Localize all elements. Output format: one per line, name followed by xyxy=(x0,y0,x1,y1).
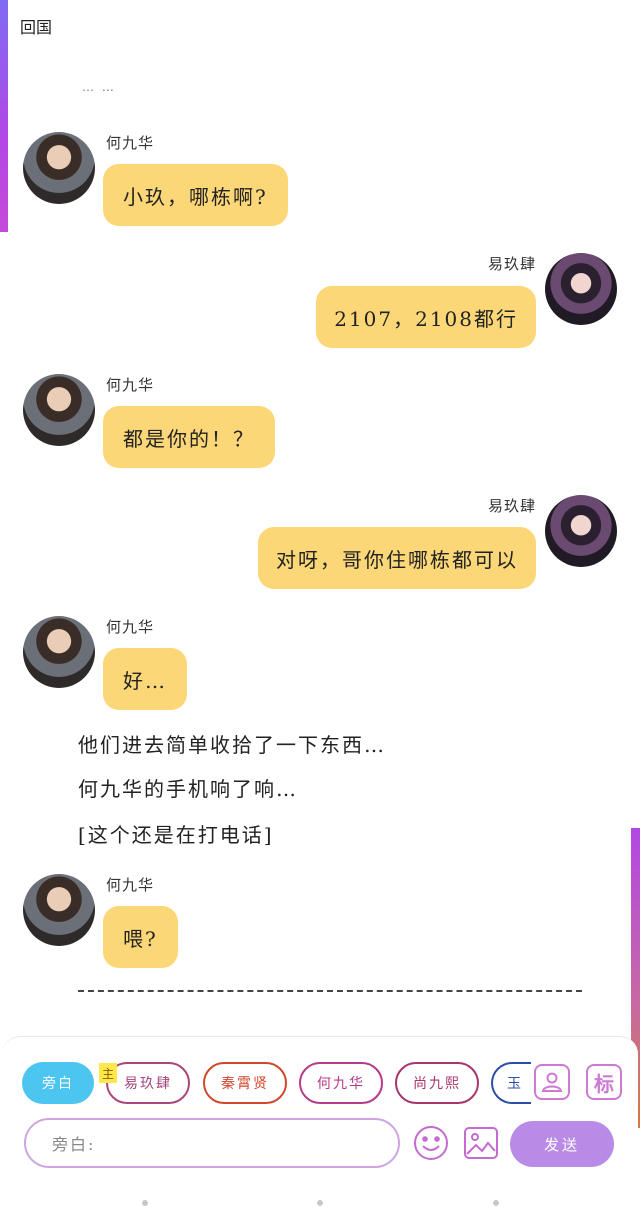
message-bubble[interactable]: 2107，2108都行 xyxy=(316,286,536,348)
role-chip-yi-jiusi[interactable]: 易玖肆 xyxy=(106,1062,190,1104)
send-button[interactable]: 发送 xyxy=(510,1121,614,1167)
message-bubble[interactable]: 喂? xyxy=(103,906,178,968)
yi-jiusi-avatar[interactable] xyxy=(545,495,617,567)
message-bubble[interactable]: 都是你的！？ xyxy=(103,406,275,468)
scene-divider xyxy=(78,990,582,992)
narration-line[interactable]: 何九华的手机响了响… xyxy=(78,773,298,802)
nav-dot xyxy=(142,1200,148,1206)
tag-icon[interactable]: 标 xyxy=(586,1064,622,1100)
message-bubble[interactable]: 小玖，哪栋啊? xyxy=(103,164,288,226)
narration-chip[interactable]: 旁白 xyxy=(22,1062,94,1104)
he-jiuhua-avatar[interactable] xyxy=(23,374,95,446)
yi-jiusi-avatar[interactable] xyxy=(545,253,617,325)
image-icon[interactable] xyxy=(462,1124,500,1162)
he-jiuhua-avatar[interactable] xyxy=(23,132,95,204)
speaker-name: 易玖肆 xyxy=(487,497,536,515)
speaker-name: 易玖肆 xyxy=(487,255,536,273)
he-jiuhua-avatar[interactable] xyxy=(23,874,95,946)
role-chip-partial[interactable]: 玉 xyxy=(491,1062,531,1104)
nav-dot xyxy=(317,1200,323,1206)
message-bubble[interactable]: 对呀，哥你住哪栋都可以 xyxy=(258,527,536,589)
role-chip-qin-xiaoxian[interactable]: 秦霄贤 xyxy=(203,1062,287,1104)
speaker-name: 何九华 xyxy=(106,618,155,636)
speaker-name: 何九华 xyxy=(106,376,155,394)
speaker-name: 何九华 xyxy=(106,876,155,894)
previous-ellipsis: … … xyxy=(82,80,116,94)
narration-line[interactable]: [这个还是在打电话] xyxy=(78,819,274,848)
message-bubble[interactable]: 好… xyxy=(103,648,187,710)
message-input[interactable]: 旁白: xyxy=(24,1118,400,1168)
speaker-name: 何九华 xyxy=(106,134,155,152)
emoji-icon[interactable] xyxy=(412,1124,450,1162)
role-chip-he-jiuhua[interactable]: 何九华 xyxy=(299,1062,383,1104)
main-role-badge: 主 xyxy=(99,1063,117,1083)
left-accent-bar xyxy=(0,0,8,232)
page-title: 回国 xyxy=(20,18,53,37)
he-jiuhua-avatar[interactable] xyxy=(23,616,95,688)
nav-dot xyxy=(493,1200,499,1206)
role-chip-shang-jiuxi[interactable]: 尚九熙 xyxy=(395,1062,479,1104)
person-icon[interactable] xyxy=(534,1064,570,1100)
narration-line[interactable]: 他们进去简单收拾了一下东西… xyxy=(78,729,386,758)
